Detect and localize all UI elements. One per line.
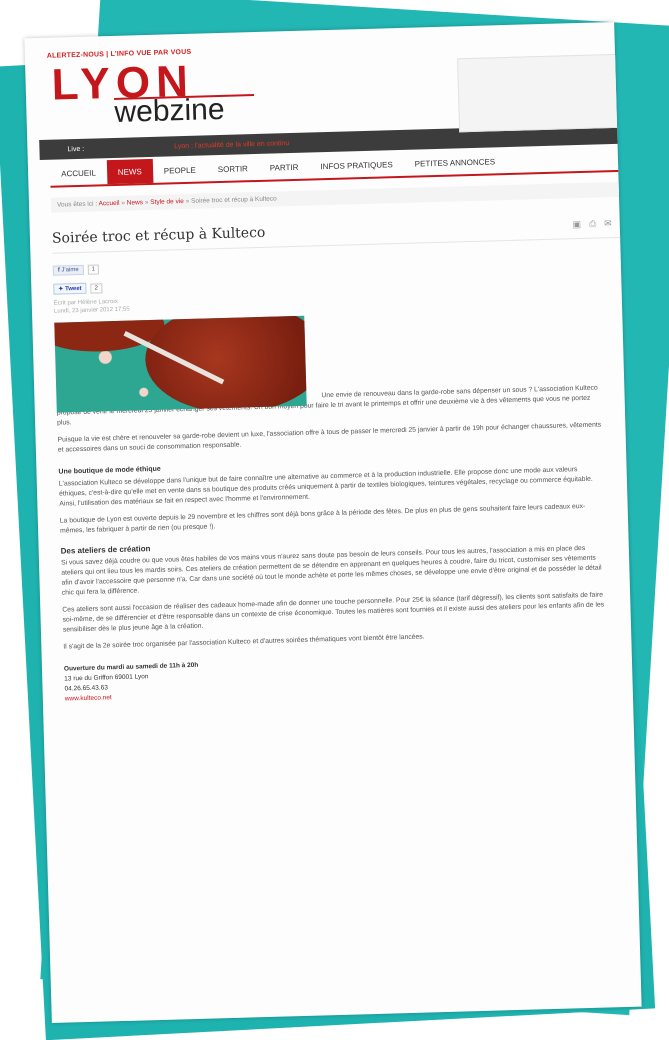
tab-people[interactable]: PEOPLE — [152, 157, 207, 182]
tweet-button[interactable]: ✦ Tweet — [53, 282, 87, 295]
tab-accueil[interactable]: ACCUEIL — [50, 160, 107, 186]
breadcrumb-current: Soirée troc et récup à Kulteco — [190, 195, 277, 205]
article-photo — [54, 315, 307, 413]
article-tools: ▣ ⎙ ✉ — [572, 218, 612, 230]
article-photo-wrap — [54, 307, 634, 415]
breadcrumb-prefix: Vous êtes ici : — [56, 200, 98, 209]
live-ticker[interactable]: Lyon : l'actualité de la ville en contin… — [174, 140, 289, 150]
page-content: ALERTEZ-NOUS | L'INFO VUE PAR VOUS LYON … — [24, 22, 642, 1023]
pdf-icon[interactable]: ▣ — [572, 218, 581, 229]
opening-info: Ouverture du mardi au samedi de 11h à 20… — [64, 648, 642, 704]
breadcrumb-news[interactable]: News — [127, 199, 143, 206]
tab-sortir[interactable]: SORTIR — [206, 156, 259, 181]
tab-infos-pratiques[interactable]: INFOS PRATIQUES — [309, 152, 404, 179]
article-body: Une envie de renouveau dans la garde-rob… — [56, 383, 608, 652]
like-button[interactable]: f J'aime — [52, 264, 84, 276]
breadcrumb-accueil[interactable]: Accueil — [98, 200, 119, 208]
ad-banner[interactable] — [457, 53, 632, 133]
tab-news[interactable]: NEWS — [106, 158, 154, 185]
tab-partir[interactable]: PARTIR — [259, 155, 310, 180]
page-title: Soirée troc et récup à Kulteco — [51, 224, 266, 247]
tweet-count: 2 — [90, 282, 103, 294]
logo-webzine: webzine — [114, 92, 225, 129]
site-logo[interactable]: LYON webzine — [47, 46, 632, 133]
print-icon[interactable]: ⎙ — [589, 218, 597, 229]
live-label: Live : — [67, 145, 85, 153]
breadcrumb: Vous êtes ici : Accueil » News » Style d… — [50, 181, 630, 213]
email-icon[interactable]: ✉ — [604, 218, 612, 229]
tab-petites-annonces[interactable]: PETITES ANNONCES — [403, 149, 506, 176]
page-sheet: ALERTEZ-NOUS | L'INFO VUE PAR VOUS LYON … — [24, 21, 642, 1024]
article-header: Soirée troc et récup à Kulteco ▣ ⎙ ✉ — [51, 214, 631, 254]
breadcrumb-style[interactable]: Style de vie — [150, 198, 184, 206]
like-count: 1 — [87, 264, 100, 275]
